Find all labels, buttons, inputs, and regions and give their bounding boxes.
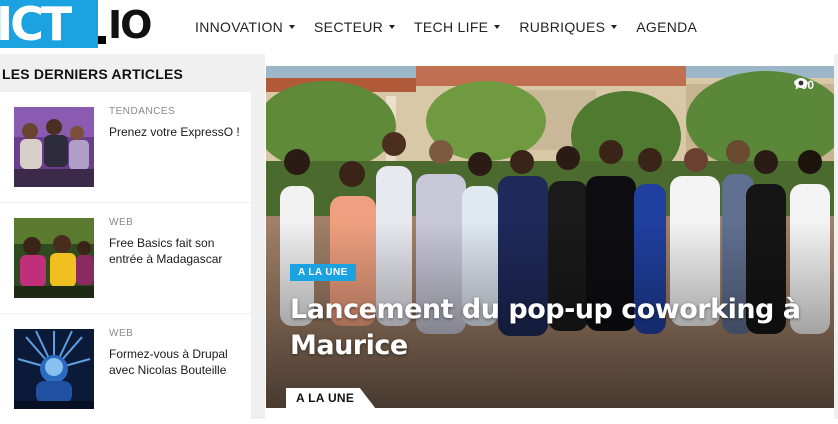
logo-dot	[98, 36, 106, 44]
article-category: WEB	[109, 328, 134, 339]
caret-down-icon	[611, 25, 618, 29]
logo-main: ICT	[0, 0, 98, 48]
article-thumbnail[interactable]	[14, 329, 94, 409]
article-card[interactable]: WEB Formez-vous à Drupal avec Nicolas Bo…	[0, 314, 251, 424]
nav-item-rubriques[interactable]: RUBRIQUES	[519, 19, 618, 35]
caret-down-icon	[494, 25, 501, 29]
article-title[interactable]: Free Basics fait son entrée à Madagascar	[109, 235, 244, 267]
nav-label: SECTEUR	[314, 19, 384, 35]
eye-icon	[793, 78, 808, 88]
sidebar-title: LES DERNIERS ARTICLES	[2, 66, 184, 82]
nav-label: AGENDA	[636, 19, 698, 35]
main-nav: INNOVATION SECTEUR TECH LIFE RUBRIQUES A…	[195, 0, 716, 54]
article-category: WEB	[109, 217, 134, 228]
nav-item-secteur[interactable]: SECTEUR	[314, 19, 396, 35]
nav-item-innovation[interactable]: INNOVATION	[195, 19, 296, 35]
article-thumbnail[interactable]	[14, 107, 94, 187]
article-category: TENDANCES	[109, 106, 176, 117]
article-thumbnail[interactable]	[14, 218, 94, 298]
view-count: 700	[793, 78, 814, 92]
page-margin	[834, 54, 838, 419]
nav-label: TECH LIFE	[414, 19, 489, 35]
nav-item-agenda[interactable]: AGENDA	[636, 19, 697, 35]
article-card[interactable]: WEB Free Basics fait son entrée à Madaga…	[0, 203, 251, 313]
nav-label: INNOVATION	[195, 19, 284, 35]
caret-down-icon	[389, 25, 396, 29]
article-title[interactable]: Formez-vous à Drupal avec Nicolas Boutei…	[109, 346, 244, 378]
featured-title[interactable]: Lancement du pop-up coworking à Maurice	[290, 292, 810, 364]
caret-down-icon	[289, 25, 296, 29]
category-badge[interactable]: A LA UNE	[290, 264, 356, 281]
site-header: ICT IO INNOVATION SECTEUR TECH LIFE RUBR…	[0, 0, 838, 54]
nav-item-tech-life[interactable]: TECH LIFE	[414, 19, 501, 35]
article-card[interactable]: TENDANCES Prenez votre ExpressO !	[0, 92, 251, 202]
article-title[interactable]: Prenez votre ExpressO !	[109, 124, 244, 140]
featured-article[interactable]: 700 A LA UNE Lancement du pop-up coworki…	[266, 66, 834, 408]
latest-articles-sidebar: LES DERNIERS ARTICLES TENDANCES Prenez v…	[0, 54, 265, 424]
nav-label: RUBRIQUES	[519, 19, 606, 35]
site-logo[interactable]: ICT IO	[0, 0, 160, 54]
logo-suffix: IO	[108, 3, 152, 47]
